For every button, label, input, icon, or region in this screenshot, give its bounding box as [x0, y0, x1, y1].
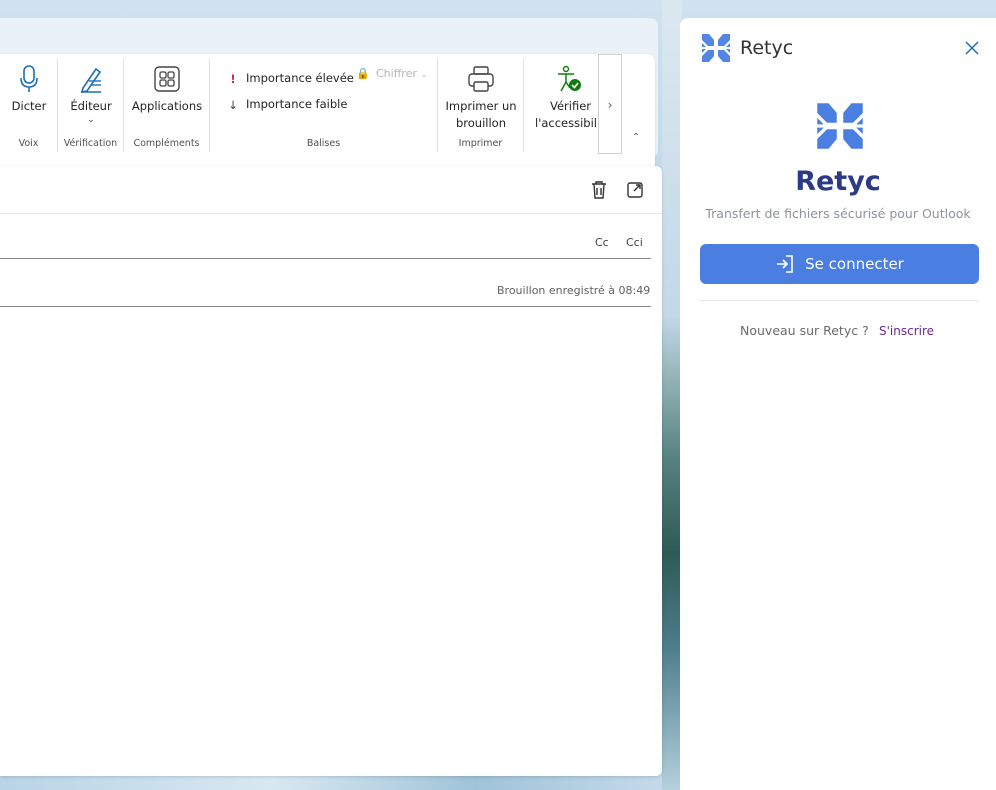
arrow-down-icon: ↓	[228, 97, 238, 112]
print-label-line2: brouillon	[455, 116, 506, 130]
retyc-logo-icon	[817, 103, 863, 149]
close-icon[interactable]	[964, 40, 980, 56]
pane-divider	[700, 300, 979, 301]
ribbon-group-imprimer: Imprimer un brouillon Imprimer	[438, 58, 524, 152]
connect-label: Se connecter	[805, 255, 904, 273]
chiffrer-label: Chiffrer	[376, 67, 417, 80]
chiffrer-button[interactable]: 🔒 Chiffrer ⌄	[356, 64, 428, 84]
group-label-balises: Balises	[306, 138, 341, 149]
verify-label-line2: l'accessibilité	[535, 116, 598, 130]
applications-label: Applications	[131, 99, 203, 113]
editor-pen-icon	[80, 67, 102, 94]
retyc-logo-icon	[702, 34, 730, 62]
group-label-complements: Compléments	[133, 138, 200, 149]
print-draft-button[interactable]: Imprimer un brouillon	[440, 64, 522, 132]
importance-low-button[interactable]: ↓ Importance faible	[226, 94, 347, 114]
importance-high-label: Importance élevée	[246, 71, 354, 85]
ribbon-area: Dicter Voix Éditeur ⌄ Vérification Appli…	[0, 18, 658, 172]
background-scenery-right	[662, 0, 682, 790]
brand-name: Retyc	[795, 166, 881, 197]
compose-panel: Cc Cci Brouillon enregistré à 08:49	[0, 166, 662, 776]
connect-button[interactable]: Se connecter	[700, 244, 979, 284]
popout-icon[interactable]	[623, 178, 647, 202]
cc-button[interactable]: Cc	[595, 236, 609, 249]
retyc-addin-pane: Retyc Retyc Transfert de fichiers sécuri…	[680, 18, 996, 790]
to-field-underline[interactable]	[0, 258, 651, 259]
apps-grid-icon	[154, 66, 180, 92]
sign-in-icon	[777, 255, 793, 273]
cci-button[interactable]: Cci	[626, 236, 643, 249]
group-label-verification: Vérification	[63, 138, 118, 149]
group-label-imprimer: Imprimer	[458, 138, 503, 149]
editeur-label: Éditeur	[70, 99, 112, 113]
ribbon-group-verification: Éditeur ⌄ Vérification	[58, 58, 124, 152]
ribbon-group-complements: Applications Compléments	[124, 58, 210, 152]
ribbon-group-balises: ! Importance élevée ↓ Importance faible 🔒 C…	[210, 58, 438, 152]
compose-header	[0, 166, 662, 214]
dicter-label: Dicter	[11, 99, 47, 113]
signup-link[interactable]: S'inscrire	[879, 324, 934, 338]
importance-low-label: Importance faible	[246, 97, 348, 111]
verify-accessibility-button[interactable]: Vérifier l'accessibilité	[532, 64, 598, 132]
importance-high-button[interactable]: ! Importance élevée	[226, 68, 354, 88]
group-label-voix: Voix	[18, 138, 39, 149]
print-label-line1: Imprimer un	[445, 99, 517, 113]
ribbon-group-voix: Dicter Voix	[0, 58, 58, 152]
trash-icon[interactable]	[587, 178, 611, 202]
accessibility-icon	[558, 65, 581, 92]
ribbon-collapse-button[interactable]: ⌃	[624, 128, 648, 148]
microphone-icon	[20, 65, 38, 92]
ribbon-group-accessibility: Vérifier l'accessibilité	[524, 58, 598, 152]
ribbon-toolbar: Dicter Voix Éditeur ⌄ Vérification Appli…	[0, 54, 655, 172]
message-body[interactable]	[0, 307, 651, 767]
dicter-button[interactable]: Dicter	[6, 64, 52, 115]
pane-header-title: Retyc	[740, 37, 794, 59]
applications-button[interactable]: Applications	[128, 64, 206, 115]
chevron-down-icon: ⌄	[87, 115, 95, 125]
printer-icon	[468, 66, 494, 92]
ribbon-scroll-right-button[interactable]: ›	[598, 54, 622, 154]
lock-icon: 🔒	[356, 67, 370, 80]
verify-label-line1: Vérifier	[550, 99, 592, 113]
new-user-text: Nouveau sur Retyc ?	[740, 323, 869, 338]
brand-tagline: Transfert de fichiers sécurisé pour Outl…	[705, 206, 971, 221]
editeur-button[interactable]: Éditeur ⌄	[64, 64, 118, 125]
draft-status: Brouillon enregistré à 08:49	[497, 284, 651, 297]
chevron-down-icon: ⌄	[420, 70, 428, 79]
exclamation-icon: !	[230, 71, 236, 86]
